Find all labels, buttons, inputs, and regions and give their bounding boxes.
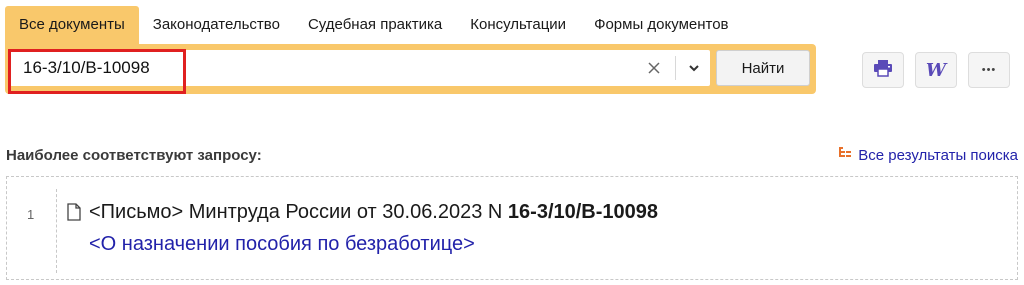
document-prefix: <Письмо> Минтруда России от 30.06.2023 N xyxy=(89,201,508,223)
document-title-link[interactable]: <О назначении пособия по безработице> xyxy=(89,233,475,256)
divider xyxy=(675,56,676,80)
search-tabs: Все документы Законодательство Судебная … xyxy=(5,6,743,44)
more-button[interactable]: ••• xyxy=(968,52,1010,88)
clear-icon[interactable] xyxy=(642,56,666,80)
document-number: 16-3/10/В-10098 xyxy=(507,201,659,223)
tab-court-practice[interactable]: Судебная практика xyxy=(294,6,456,44)
tab-legislation[interactable]: Законодательство xyxy=(139,6,294,44)
results-list: 1 <Письмо> Минтруда России от 30.06.2023… xyxy=(6,176,1018,280)
result-number: 1 xyxy=(27,207,35,222)
search-highlight-box xyxy=(8,49,186,94)
list-item[interactable]: <Письмо> Минтруда России от 30.06.2023 N… xyxy=(56,189,1017,273)
word-export-icon: W xyxy=(925,59,947,81)
chevron-down-icon[interactable] xyxy=(682,56,706,80)
tab-document-forms[interactable]: Формы документов xyxy=(580,6,742,44)
list-tree-icon xyxy=(838,146,852,164)
word-export-button[interactable]: W xyxy=(915,52,957,88)
more-icon: ••• xyxy=(981,64,997,76)
find-button[interactable]: Найти xyxy=(716,50,810,86)
print-button[interactable] xyxy=(862,52,904,88)
document-reference: <Письмо> Минтруда России от 30.06.2023 N… xyxy=(89,201,658,224)
document-icon xyxy=(67,203,81,226)
printer-icon xyxy=(873,59,893,82)
all-results-label: Все результаты поиска xyxy=(858,146,1018,164)
results-heading: Наиболее соответствуют запросу: xyxy=(6,147,262,164)
tab-all-documents[interactable]: Все документы xyxy=(5,6,139,44)
tab-consultations[interactable]: Консультации xyxy=(456,6,580,44)
all-results-link[interactable]: Все результаты поиска xyxy=(838,146,1018,164)
